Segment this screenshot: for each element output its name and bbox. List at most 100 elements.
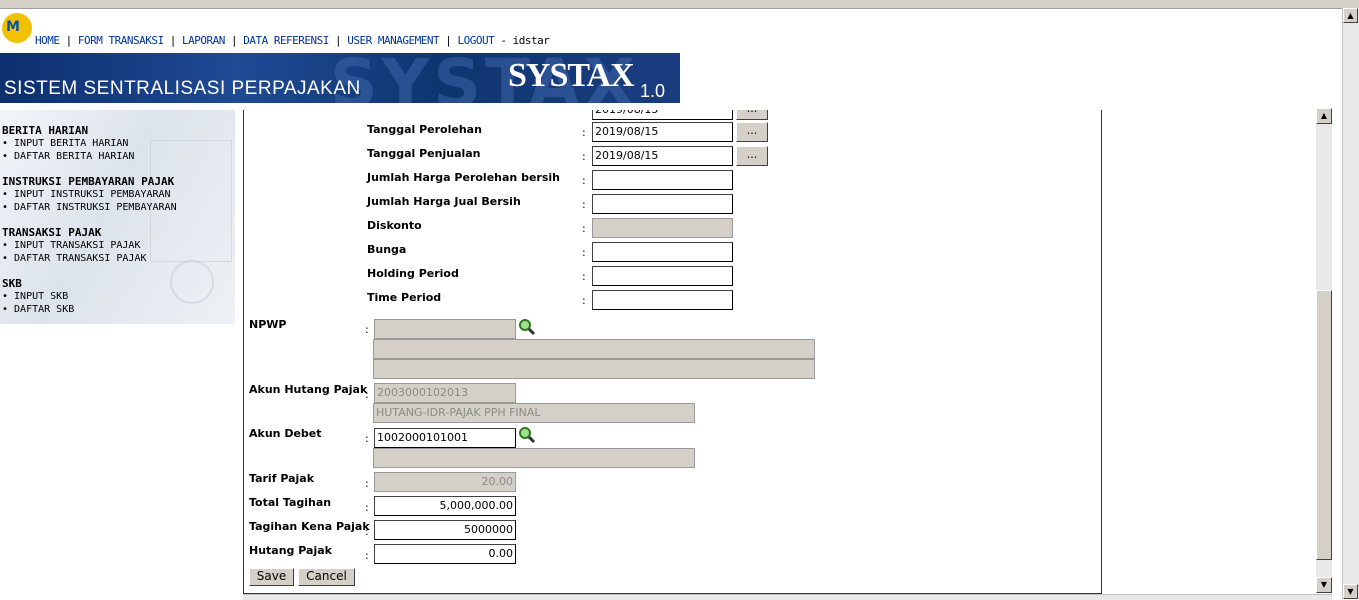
cancel-button[interactable]: Cancel [298, 568, 355, 586]
tanggal-penjualan-input[interactable]: 2019/08/15 [592, 146, 733, 166]
company-logo: M [2, 13, 32, 43]
top-nav: HOME | FORM TRANSAKSI | LAPORAN | DATA R… [35, 34, 550, 47]
menu-heading: INSTRUKSI PEMBAYARAN PAJAK [2, 175, 175, 188]
akun-debet-desc-field [373, 448, 695, 468]
npwp-name-field [373, 339, 815, 359]
menu-group-instruksi-pembayaran: INSTRUKSI PEMBAYARAN PAJAK • INPUT INSTR… [2, 175, 177, 214]
field-colon: : [582, 174, 586, 187]
field-colon: : [582, 126, 586, 139]
nav-form-transaksi-link[interactable]: FORM TRANSAKSI [78, 34, 164, 47]
npwp-address-field [373, 359, 815, 379]
nav-separator: | [335, 34, 342, 47]
tarif-pajak-label: Tarif Pajak [249, 472, 315, 485]
field-colon: : [582, 222, 586, 235]
window-scroll-down-arrow-icon[interactable]: ▼ [1343, 584, 1358, 599]
field-colon: : [365, 432, 369, 445]
field-colon: : [582, 270, 586, 283]
field-colon: : [365, 501, 369, 514]
nav-laporan-link[interactable]: LAPORAN [182, 34, 225, 47]
tanggal-perolehan-input[interactable]: 2019/08/15 [592, 122, 733, 142]
akun-hutang-pajak-desc-field: HUTANG-IDR-PAJAK PPH FINAL [373, 403, 695, 423]
menu-heading: BERITA HARIAN [2, 124, 89, 137]
menu-item-daftar-berita-harian[interactable]: • DAFTAR BERITA HARIAN [2, 150, 177, 163]
nav-separator: | [169, 34, 177, 47]
nav-user-management-link[interactable]: USER MANAGEMENT [347, 34, 439, 47]
banner-brand: SYSTAX [508, 57, 635, 94]
time-period-label: Time Period [367, 291, 442, 304]
akun-hutang-pajak-code-field: 2003000102013 [374, 383, 516, 403]
banner-version: 1.0 [640, 81, 666, 101]
scroll-down-arrow-icon[interactable]: ▼ [1316, 577, 1332, 593]
tanggal-penjualan-picker-button[interactable]: ... [736, 146, 768, 166]
menu-item-daftar-transaksi-pajak[interactable]: • DAFTAR TRANSAKSI PAJAK [2, 252, 177, 265]
menu-group-skb: SKB • INPUT SKB • DAFTAR SKB [2, 277, 177, 316]
diskonto-label: Diskonto [367, 219, 422, 232]
bunga-input[interactable] [592, 242, 733, 262]
nav-home-link[interactable]: HOME [35, 34, 60, 47]
hutang-pajak-label: Hutang Pajak [249, 544, 332, 557]
menu-group-berita-harian: BERITA HARIAN • INPUT BERITA HARIAN • DA… [2, 124, 177, 163]
scrollbar-thumb[interactable] [1316, 290, 1332, 560]
app-banner: SYSTAX SISTEM SENTRALISASI PERPAJAKAN SY… [0, 53, 680, 103]
npwp-search-icon[interactable] [518, 318, 536, 336]
field-colon: : [582, 150, 586, 163]
menu-item-input-instruksi-pembayaran[interactable]: • INPUT INSTRUKSI PEMBAYARAN [2, 188, 177, 201]
field-colon: : [365, 388, 369, 401]
jumlah-harga-jual-input[interactable] [592, 194, 733, 214]
holding-period-input[interactable] [592, 266, 733, 286]
jumlah-harga-jual-label: Jumlah Harga Jual Bersih [367, 195, 521, 208]
hutang-pajak-input[interactable]: 0.00 [374, 544, 516, 564]
nav-logout-link[interactable]: LOGOUT [458, 34, 495, 47]
tarif-pajak-field: 20.00 [374, 472, 516, 492]
menu-item-daftar-skb[interactable]: • DAFTAR SKB [2, 303, 177, 316]
transaction-form-panel: 2019/08/15 ... Tanggal Perolehan : 2019/… [243, 110, 1102, 594]
tanggal-perolehan-label: Tanggal Perolehan [367, 123, 482, 136]
menu-item-input-transaksi-pajak[interactable]: • INPUT TRANSAKSI PAJAK [2, 239, 177, 252]
akun-hutang-pajak-label: Akun Hutang Pajak [249, 383, 368, 396]
nav-separator: | [445, 34, 452, 47]
diskonto-input [592, 218, 733, 238]
holding-period-label: Holding Period [367, 267, 459, 280]
tanggal-jatuh-tempo-input[interactable]: 2019/08/15 [592, 110, 733, 120]
nav-separator: | [65, 34, 73, 47]
field-colon: : [582, 294, 586, 307]
total-tagihan-label: Total Tagihan [249, 496, 332, 509]
tagihan-kena-pajak-input[interactable]: 5000000 [374, 520, 516, 540]
horizontal-scrollbar[interactable] [243, 594, 1332, 600]
field-colon: : [365, 323, 369, 336]
banner-title: SISTEM SENTRALISASI PERPAJAKAN [4, 78, 361, 99]
nav-data-referensi-link[interactable]: DATA REFERENSI [243, 34, 329, 47]
field-colon: : [582, 246, 586, 259]
bunga-label: Bunga [367, 243, 407, 256]
tanggal-jatuh-tempo-picker-button[interactable]: ... [736, 110, 768, 120]
inner-vertical-scrollbar[interactable]: ▲ ▼ [1316, 108, 1332, 593]
field-colon: : [365, 549, 369, 562]
field-colon: : [365, 477, 369, 490]
tanggal-penjualan-label: Tanggal Penjualan [367, 147, 481, 160]
scroll-up-arrow-icon[interactable]: ▲ [1316, 108, 1332, 124]
akun-debet-search-icon[interactable] [518, 426, 536, 444]
tagihan-kena-pajak-label: Tagihan Kena Pajak [249, 520, 370, 533]
jumlah-harga-perolehan-label: Jumlah Harga Perolehan bersih [367, 171, 560, 184]
akun-debet-input[interactable]: 1002000101001 [374, 428, 516, 448]
time-period-input[interactable] [592, 290, 733, 310]
npwp-label: NPWP [249, 318, 287, 331]
menu-heading: SKB [2, 277, 22, 290]
sidebar-menu: BERITA HARIAN • INPUT BERITA HARIAN • DA… [2, 124, 177, 328]
save-button[interactable]: Save [249, 568, 294, 586]
akun-debet-label: Akun Debet [249, 427, 322, 440]
menu-item-daftar-instruksi-pembayaran[interactable]: • DAFTAR INSTRUKSI PEMBAYARAN [2, 201, 177, 214]
total-tagihan-input[interactable]: 5,000,000.00 [374, 496, 516, 516]
nav-separator: | [230, 34, 238, 47]
jumlah-harga-perolehan-input[interactable] [592, 170, 733, 190]
window-vertical-scrollbar[interactable]: ▲ ▼ [1342, 8, 1359, 599]
window-scroll-up-arrow-icon[interactable]: ▲ [1343, 8, 1358, 23]
tanggal-perolehan-picker-button[interactable]: ... [736, 122, 768, 142]
field-colon: : [365, 525, 369, 538]
npwp-input [374, 319, 516, 339]
window-top-strip [0, 0, 1359, 9]
field-colon: : [582, 198, 586, 211]
menu-group-transaksi-pajak: TRANSAKSI PAJAK • INPUT TRANSAKSI PAJAK … [2, 226, 177, 265]
menu-item-input-berita-harian[interactable]: • INPUT BERITA HARIAN [2, 137, 177, 150]
menu-item-input-skb[interactable]: • INPUT SKB [2, 290, 177, 303]
